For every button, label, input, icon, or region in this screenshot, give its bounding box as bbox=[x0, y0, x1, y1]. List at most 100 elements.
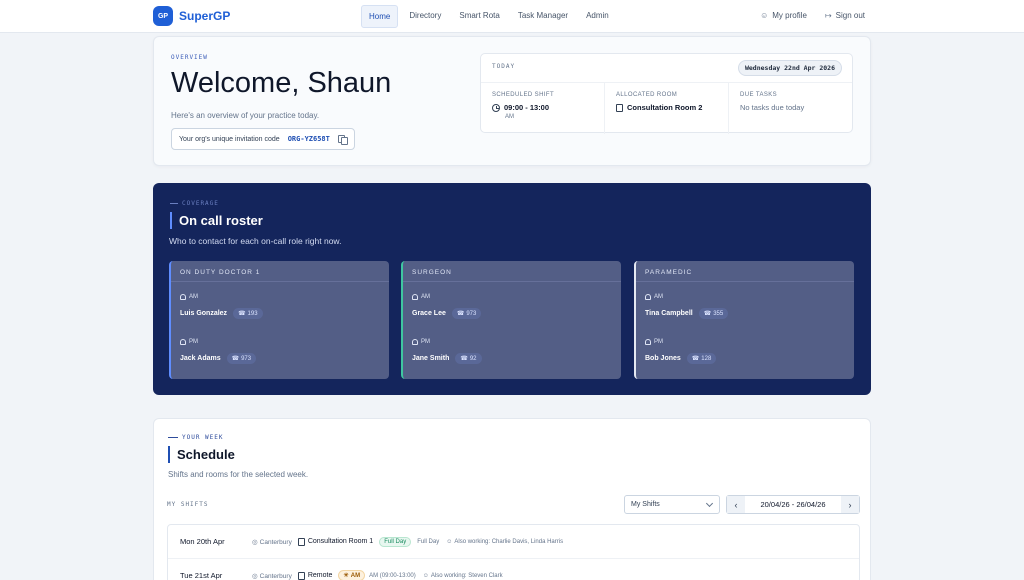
contact-name: Jane Smith bbox=[412, 355, 450, 362]
shift-room: Consultation Room 1 bbox=[297, 537, 374, 546]
allocated-room-label: ALLOCATED ROOM bbox=[616, 92, 678, 98]
shift-label: PM bbox=[189, 339, 198, 345]
top-nav: GP SuperGP Home Directory Smart Rota Tas… bbox=[0, 0, 1024, 33]
door-icon bbox=[616, 103, 623, 112]
status-badge: AM bbox=[338, 570, 366, 580]
prev-week-button[interactable]: ‹ bbox=[727, 496, 745, 513]
shift-day: Tue 21st Apr bbox=[180, 571, 223, 580]
am-shift: AM Luis Gonzalez 193 bbox=[180, 294, 263, 319]
role-divider bbox=[403, 281, 621, 282]
shift-room-name: Consultation Room 1 bbox=[307, 538, 374, 545]
am-shift: AM Grace Lee 973 bbox=[412, 294, 482, 319]
nav-smart-rota[interactable]: Smart Rota bbox=[452, 5, 506, 28]
nav-user-actions: ☺ My profile ↦ Sign out bbox=[760, 11, 865, 20]
roster-title: On call roster bbox=[170, 212, 263, 229]
sign-out-label: Sign out bbox=[835, 11, 865, 20]
allocated-room-value: Consultation Room 2 bbox=[616, 103, 717, 112]
due-tasks-label: DUE TASKS bbox=[740, 92, 778, 98]
invite-code-box[interactable]: Your org's unique invitation code ORG-YZ… bbox=[171, 128, 355, 150]
shift-time: Full Day bbox=[417, 538, 440, 545]
clock-icon bbox=[492, 103, 500, 112]
role-card-surgeon: SURGEON AM Grace Lee 973 PM Jane Smith 92 bbox=[401, 261, 621, 379]
am-shift: AM Tina Campbell 355 bbox=[645, 294, 729, 319]
scheduled-shift-label: SCHEDULED SHIFT bbox=[492, 92, 555, 98]
shift-location: Canterbury bbox=[252, 572, 292, 580]
role-title: ON DUTY DOCTOR 1 bbox=[180, 269, 261, 276]
scheduled-shift: SCHEDULED SHIFT 09:00 - 13:00 AM bbox=[481, 83, 605, 134]
week-range: 20/04/26 - 26/04/26 bbox=[760, 500, 826, 509]
my-shifts-label: MY SHIFTS bbox=[167, 501, 209, 508]
contact-name: Grace Lee bbox=[412, 310, 446, 317]
shift-filter-select[interactable]: My Shifts bbox=[624, 495, 720, 514]
shift-label: AM bbox=[654, 294, 663, 300]
on-call-roster: COVERAGE On call roster Who to contact f… bbox=[153, 183, 871, 395]
door-icon bbox=[297, 537, 305, 546]
schedule-eyebrow: YOUR WEEK bbox=[168, 434, 224, 441]
person-icon bbox=[412, 294, 418, 300]
invite-code: ORG-YZ658T bbox=[287, 135, 330, 143]
person-icon bbox=[412, 339, 418, 345]
shift-label: AM bbox=[421, 294, 430, 300]
overview-eyebrow: OVERVIEW bbox=[171, 54, 208, 61]
person-icon bbox=[645, 294, 651, 300]
role-title: PARAMEDIC bbox=[645, 269, 693, 276]
scheduled-period: AM bbox=[505, 114, 514, 120]
also-working: Also working: Charlie Davis, Linda Harri… bbox=[446, 539, 563, 545]
roster-eyebrow: COVERAGE bbox=[170, 200, 219, 207]
contact-name: Bob Jones bbox=[645, 355, 681, 362]
contact-name: Tina Campbell bbox=[645, 310, 693, 317]
invite-label: Your org's unique invitation code bbox=[179, 135, 280, 143]
door-icon bbox=[297, 571, 305, 580]
contact-name: Jack Adams bbox=[180, 355, 221, 362]
today-panel: TODAY Wednesday 22nd Apr 2026 SCHEDULED … bbox=[480, 53, 853, 134]
week-navigator: ‹ 20/04/26 - 26/04/26 › bbox=[726, 495, 860, 514]
nav-directory[interactable]: Directory bbox=[402, 5, 448, 28]
scheduled-time: 09:00 - 13:00 bbox=[504, 103, 550, 112]
person-icon bbox=[180, 294, 186, 300]
list-item[interactable]: Mon 20th Apr Canterbury Consultation Roo… bbox=[168, 525, 859, 559]
scheduled-shift-value: 09:00 - 13:00 bbox=[492, 103, 593, 112]
brand-name: SuperGP bbox=[179, 9, 231, 23]
status-badge: Full Day bbox=[379, 536, 412, 547]
my-profile-label: My profile bbox=[772, 11, 807, 20]
phone-extension[interactable]: 973 bbox=[226, 353, 257, 364]
shift-list: Mon 20th Apr Canterbury Consultation Roo… bbox=[167, 524, 860, 580]
brand-logo-icon: GP bbox=[153, 6, 173, 26]
next-week-button[interactable]: › bbox=[841, 496, 859, 513]
due-tasks-value: No tasks due today bbox=[740, 103, 805, 112]
pm-shift: PM Jane Smith 92 bbox=[412, 339, 482, 364]
sign-out-icon: ↦ bbox=[824, 11, 832, 20]
shift-room: Remote bbox=[297, 571, 332, 580]
nav-task-manager[interactable]: Task Manager bbox=[511, 5, 575, 28]
phone-extension[interactable]: 92 bbox=[455, 353, 482, 364]
today-columns: SCHEDULED SHIFT 09:00 - 13:00 AM ALLOCAT… bbox=[481, 82, 852, 134]
schedule-subtitle: Shifts and rooms for the selected week. bbox=[168, 470, 309, 479]
copy-icon[interactable] bbox=[337, 134, 348, 145]
user-icon: ☺ bbox=[760, 11, 769, 20]
my-profile-link[interactable]: ☺ My profile bbox=[760, 11, 807, 20]
today-date-badge: Wednesday 22nd Apr 2026 bbox=[737, 60, 842, 76]
schedule-title: Schedule bbox=[168, 446, 235, 463]
today-heading: TODAY bbox=[492, 63, 516, 70]
phone-extension[interactable]: 128 bbox=[686, 353, 717, 364]
allocated-room: ALLOCATED ROOM Consultation Room 2 bbox=[605, 83, 729, 134]
nav-admin[interactable]: Admin bbox=[579, 5, 616, 28]
shift-day: Mon 20th Apr bbox=[180, 537, 225, 546]
roster-subtitle: Who to contact for each on-call role rig… bbox=[169, 236, 342, 246]
role-title: SURGEON bbox=[412, 269, 452, 276]
phone-extension[interactable]: 355 bbox=[698, 308, 729, 319]
pm-shift: PM Bob Jones 128 bbox=[645, 339, 717, 364]
brand[interactable]: GP SuperGP bbox=[153, 6, 230, 26]
nav-home[interactable]: Home bbox=[361, 5, 399, 28]
role-card-on-duty-doctor: ON DUTY DOCTOR 1 AM Luis Gonzalez 193 PM … bbox=[169, 261, 389, 379]
role-card-paramedic: PARAMEDIC AM Tina Campbell 355 PM Bob Jon… bbox=[634, 261, 854, 379]
phone-extension[interactable]: 193 bbox=[233, 308, 263, 319]
due-tasks: DUE TASKS No tasks due today bbox=[729, 83, 852, 134]
shift-label: AM bbox=[189, 294, 198, 300]
room-name: Consultation Room 2 bbox=[627, 103, 703, 112]
page-title: Welcome, Shaun bbox=[171, 67, 392, 99]
shift-location: Canterbury bbox=[252, 538, 292, 546]
sign-out-link[interactable]: ↦ Sign out bbox=[825, 11, 865, 20]
list-item[interactable]: Tue 21st Apr Canterbury Remote AM AM (09… bbox=[168, 559, 859, 580]
phone-extension[interactable]: 973 bbox=[451, 308, 482, 319]
